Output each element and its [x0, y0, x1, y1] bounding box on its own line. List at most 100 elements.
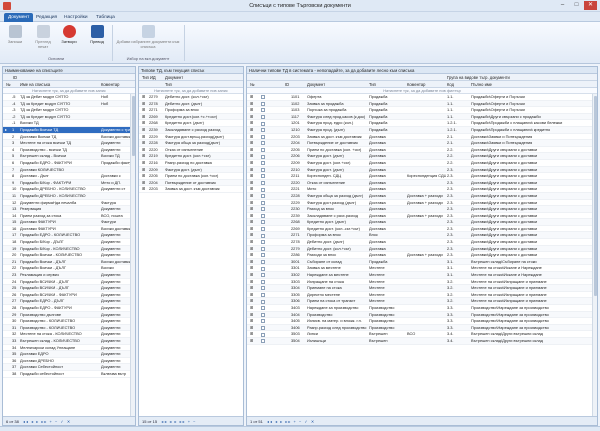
row-checkbox[interactable]: [261, 260, 265, 265]
col-type[interactable]: Тип: [369, 81, 376, 87]
expand-icon[interactable]: ⊞: [250, 279, 253, 285]
expand-icon[interactable]: ⊞: [142, 94, 145, 100]
available-row[interactable]: ⊞ 2229 Фактура дост.разход (дълг) Доставка Д…: [247, 200, 597, 207]
expand-icon[interactable]: ⊞: [142, 153, 145, 159]
list-row[interactable]: 27 Продажби ЕДРО - ДЪЛГ Документи: [3, 298, 135, 305]
list-row[interactable]: 23 Рекламация и сервиз Документи: [3, 272, 135, 279]
row-checkbox[interactable]: [261, 161, 265, 166]
list-row[interactable]: 15 Доставки ФАКТУРИ Фактури: [3, 219, 135, 226]
tab-edit[interactable]: Редакция: [32, 13, 61, 22]
expand-icon[interactable]: ⊞: [250, 259, 253, 265]
row-checkbox[interactable]: [261, 134, 265, 139]
row-checkbox[interactable]: [261, 194, 265, 199]
row-checkbox[interactable]: [261, 141, 265, 146]
available-row[interactable]: ⊞ 1210 Фактура прод. (дълг) Продажба 1.2.1. П…: [247, 126, 597, 134]
list-row[interactable]: 6 Продажби ЕДРО - ФАКТУРИ Продажби фактура…: [3, 160, 135, 167]
available-row[interactable]: ⊞ 1201 Фактура прод. едро (кол.) Продажба 1.…: [247, 120, 597, 127]
expand-icon[interactable]: ⊞: [250, 239, 253, 245]
expand-icon[interactable]: ⊞: [142, 160, 145, 166]
expand-icon[interactable]: ⊞: [142, 180, 145, 186]
available-row[interactable]: ⊞ 3303 Изпращане на стока Местене 3.2. Местен…: [247, 279, 597, 286]
expand-icon[interactable]: ⊞: [250, 305, 253, 311]
print-preview-button[interactable]: Преглед печат: [32, 24, 54, 56]
expand-icon[interactable]: ⊞: [250, 94, 253, 100]
col-code[interactable]: Код: [447, 81, 454, 87]
available-row[interactable]: ⊞ 2221 Мито Доставка 2.3. Доставки\Други свър…: [247, 186, 597, 193]
row-checkbox[interactable]: [261, 306, 265, 311]
expand-icon[interactable]: ⊞: [250, 206, 253, 212]
row-checkbox[interactable]: [261, 101, 265, 106]
list-row[interactable]: 34 Мелничарски склад Уплащане Документи: [3, 345, 135, 352]
row-checkbox[interactable]: [261, 213, 265, 218]
available-row[interactable]: ⊞ 2230 Разход за внос Доставка 2.3. Доставки\…: [247, 206, 597, 213]
close-window-button[interactable]: ✕: [584, 1, 597, 10]
list-row[interactable]: 21 Продажби Всички - ДЪЛГ Всички доставки: [3, 258, 135, 266]
row-checkbox[interactable]: [261, 319, 265, 324]
col-type[interactable]: Тип: [165, 81, 172, 87]
expand-icon[interactable]: ⊞: [250, 252, 253, 258]
scroll-thumb[interactable]: [594, 96, 597, 296]
list-row[interactable]: 7 Доставки КОЛИЧЕСТВО: [3, 166, 135, 174]
row-checkbox[interactable]: [261, 174, 265, 179]
available-row[interactable]: ⊞ 2209 Фактура дост. (кол.+сьт) Доставка 2.2…: [247, 160, 597, 167]
row-checkbox[interactable]: [261, 339, 265, 344]
expand-icon[interactable]: ⊞: [142, 173, 145, 179]
expand-icon[interactable]: ⊞: [250, 338, 253, 344]
list-row[interactable]: 33 Вътрешен склад - КОЛИЧЕСТВО Документи: [3, 337, 135, 345]
record-nav-arrows[interactable]: ◂◂ ◂ ▸ ▸▸ + −: [161, 419, 196, 424]
expand-icon[interactable]: ⊞: [250, 298, 253, 304]
list-row[interactable]: -4 ТД за Кредит модул СУПТО Ноб: [3, 100, 135, 108]
expand-icon[interactable]: ⊞: [250, 167, 253, 173]
list-row[interactable]: ▸ 1 Продажби Всички ТД Документи с трансфер…: [3, 126, 135, 134]
expand-icon[interactable]: ⊞: [250, 213, 253, 219]
translate-button[interactable]: Превод: [86, 24, 108, 56]
tab-table[interactable]: Таблица: [92, 13, 119, 22]
row-checkbox[interactable]: [261, 293, 265, 297]
row-checkbox[interactable]: [261, 227, 265, 232]
list-row[interactable]: 4 Производство - всички ТД Документи: [3, 147, 135, 154]
row-checkbox[interactable]: [261, 114, 265, 119]
close-button[interactable]: Затвори: [58, 24, 80, 56]
list-row[interactable]: 13 Резервация Документи: [3, 206, 135, 213]
available-scrollbar[interactable]: [592, 94, 597, 416]
row-checkbox[interactable]: [261, 332, 265, 337]
row-checkbox[interactable]: [261, 240, 265, 245]
expand-icon[interactable]: ⊞: [250, 173, 253, 179]
list-row[interactable]: 14 Прием разход за стока ВСО, пошта: [3, 213, 135, 220]
list-row[interactable]: 36 Доставки ДРЕБНО Документи: [3, 358, 135, 365]
available-row[interactable]: ⊞ 3305 Директно местене Местене 3.2. Местене …: [247, 292, 597, 299]
list-row[interactable]: 25 Продажби ВСИЧКИ - ДЪЛГ Документи: [3, 285, 135, 292]
col-document[interactable]: Документ: [165, 74, 183, 80]
list-row[interactable]: 20 Продажби Всички - КОЛИЧЕСТВО Документи: [3, 252, 135, 259]
expand-icon[interactable]: ⊞: [250, 120, 253, 126]
available-row[interactable]: ⊞ 2204 Потвърждение от доставчик Доставка 2.…: [247, 140, 597, 147]
expand-icon[interactable]: ⊞: [250, 232, 253, 238]
type-row[interactable]: ⊞ 2271 Проформа за внос: [139, 107, 243, 114]
col-no[interactable]: №: [250, 81, 254, 87]
row-checkbox[interactable]: [261, 187, 265, 192]
available-row[interactable]: ⊞ 3001 Събиране от склад Продажба 3.1. Вътреш…: [247, 258, 597, 266]
expand-icon[interactable]: ⊞: [142, 107, 145, 113]
expand-icon[interactable]: ⊞: [250, 160, 253, 166]
row-checkbox[interactable]: [261, 273, 265, 278]
col-comment[interactable]: Коментар: [101, 81, 119, 87]
expand-icon[interactable]: ⊞: [250, 226, 253, 232]
list-row[interactable]: -2 ТД за Кредит модул СУПТО: [3, 113, 135, 121]
type-row[interactable]: ⊞ 2216 Разпр.разход по доставка: [139, 160, 243, 167]
available-row[interactable]: ⊞ 3403 Нареждане за производство Производст…: [247, 305, 597, 312]
list-row[interactable]: 30 Производство - КОЛИЧЕСТВО Документи: [3, 318, 135, 325]
expand-icon[interactable]: ⊞: [250, 107, 253, 113]
expand-icon[interactable]: ⊞: [250, 114, 253, 120]
expand-icon[interactable]: ⊞: [142, 114, 145, 120]
expand-icon[interactable]: ⊞: [250, 147, 253, 153]
col-document[interactable]: Документ: [307, 81, 325, 87]
available-row[interactable]: ⊞ 3405 Изписв. на матер. и вложк. г.п. Прои…: [247, 318, 597, 325]
expand-icon[interactable]: ⊞: [142, 140, 145, 146]
col-id[interactable]: ID: [285, 81, 289, 87]
available-row[interactable]: ⊞ 3301 Заявка за местене Местене 3.1. Местене…: [247, 265, 597, 273]
available-row[interactable]: ⊞ 2211 Кореспонден. СДЦ Доставка Кореспонден…: [247, 173, 597, 180]
col-full-name[interactable]: Пълно име: [471, 81, 492, 87]
available-row[interactable]: ⊞ 3503 Липси Вътрешен ВСО 3.4. Вътрешен склад\…: [247, 331, 597, 338]
list-row[interactable]: 2 Доставки Всички ТД Всички доставки: [3, 134, 135, 141]
available-row[interactable]: ⊞ 2228 Фактура обща за разход (дълг) Достав…: [247, 192, 597, 200]
